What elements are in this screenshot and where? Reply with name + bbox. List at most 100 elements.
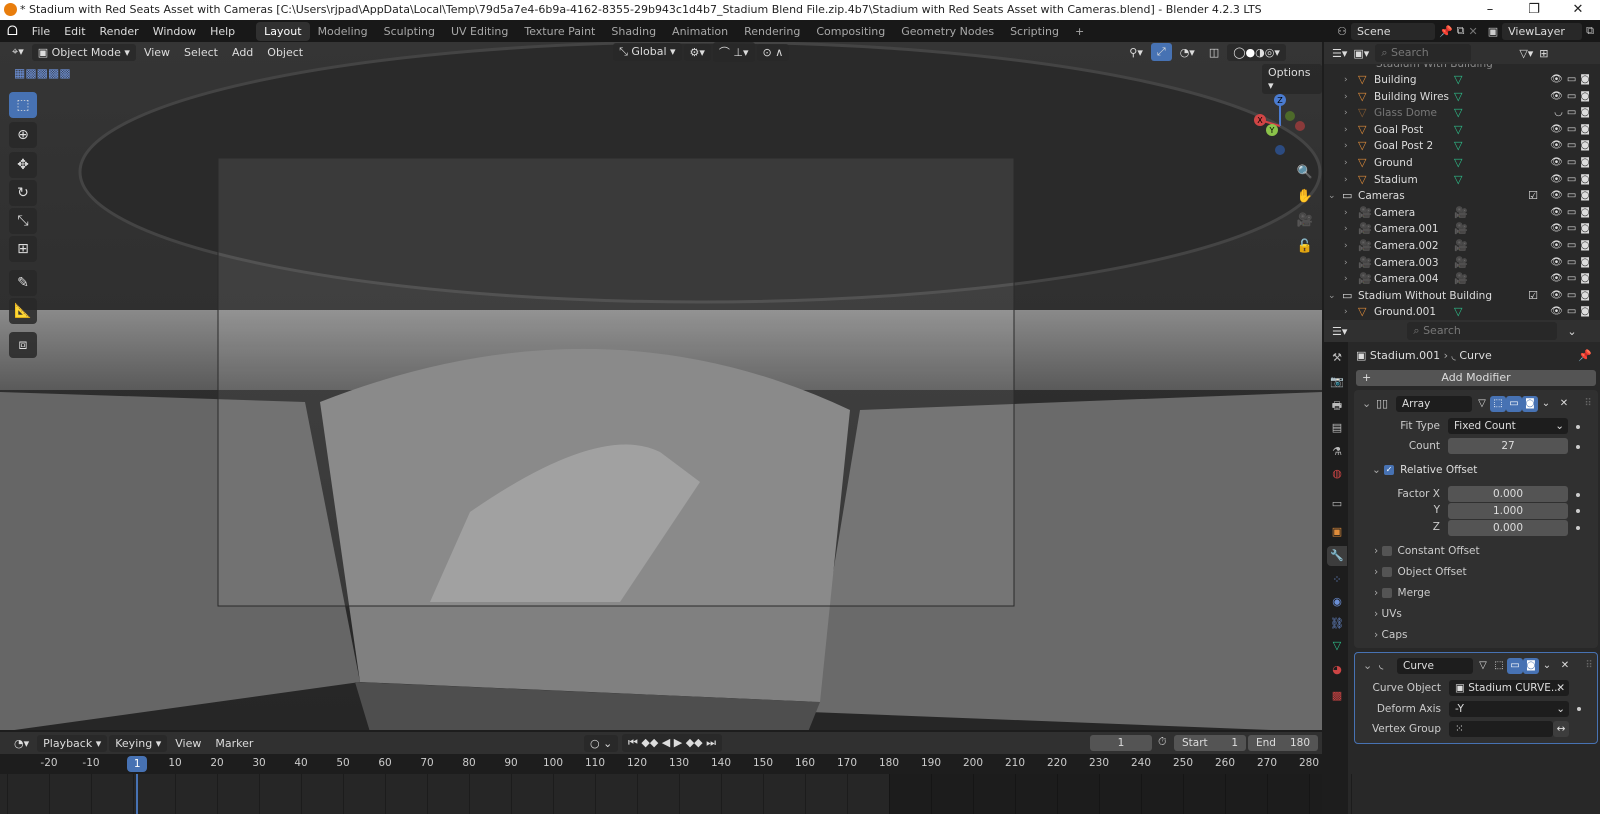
tab-geometry-nodes[interactable]: Geometry Nodes	[893, 22, 1002, 41]
mode-dropdown[interactable]: ▣ Object Mode ▾	[31, 43, 136, 61]
mesh-data-icon[interactable]: ▽	[1454, 172, 1462, 188]
menu-add[interactable]: Add	[226, 44, 259, 61]
remove-modifier-icon[interactable]: ✕	[1556, 396, 1572, 412]
tab-layout[interactable]: Layout	[256, 21, 310, 41]
gizmo-icon[interactable]: ⤢	[1150, 43, 1172, 61]
camera-data-icon[interactable]: 🎥	[1454, 205, 1468, 221]
outliner-search-input[interactable]: ⌕ Search	[1375, 44, 1472, 62]
playhead-line[interactable]	[136, 774, 139, 814]
proportional-edit-icon[interactable]: ⊙ ∧	[756, 43, 790, 61]
navigation-gizmo[interactable]: Z X Y	[1248, 92, 1314, 158]
3d-viewport[interactable]: ⌖▾ ▣ Object Mode ▾ View Select Add Objec…	[0, 42, 1322, 730]
mesh-data-icon[interactable]: ▽	[1454, 138, 1462, 154]
camera-data-icon[interactable]: 🎥	[1454, 221, 1468, 237]
expand-chevron-right-icon[interactable]: ›	[1344, 271, 1348, 287]
visibility-toggles[interactable]: 👁▭◙	[1550, 271, 1594, 287]
expand-chevron-down-icon[interactable]: ⌄	[1328, 188, 1336, 204]
snap-icon[interactable]: ⌒ ⊥▾	[712, 42, 755, 62]
expand-chevron-right-icon[interactable]: ›	[1344, 205, 1348, 221]
render-tab-icon[interactable]: 📷	[1327, 372, 1347, 392]
menu-object[interactable]: Object	[261, 44, 309, 61]
edit-mode-icon[interactable]: ⬚	[1490, 396, 1506, 412]
mesh-data-icon[interactable]: ▽	[1454, 155, 1462, 171]
data-tab-icon[interactable]: ▽	[1327, 636, 1347, 656]
pan-hand-icon[interactable]: ✋	[1294, 186, 1316, 208]
zoom-icon[interactable]: 🔍	[1294, 162, 1316, 184]
visibility-toggles[interactable]: 👁▭◙	[1550, 255, 1594, 271]
outliner-row[interactable]: › 🎥 Camera 🎥 👁▭◙	[1324, 205, 1600, 222]
xray-icon[interactable]: ◫	[1203, 44, 1225, 61]
selection-mode-icons[interactable]: ▦▩▩▩▩	[14, 66, 71, 80]
outliner-row[interactable]: ⌄ ▭ Stadium Without Building ☑ 👁▭◙	[1324, 288, 1600, 305]
pivot-point-icon[interactable]: ⚙▾	[683, 43, 711, 61]
invert-vertex-group-icon[interactable]: ↔	[1553, 721, 1569, 737]
tool-tab-icon[interactable]: ⚒	[1327, 348, 1347, 368]
keyframe-dot[interactable]	[1576, 509, 1580, 513]
scale-tool-icon[interactable]: ⤡	[9, 208, 37, 234]
outliner-row[interactable]: › 🎥 Camera.002 🎥 👁▭◙	[1324, 238, 1600, 255]
menu-view[interactable]: View	[138, 44, 176, 61]
keyframe-dot[interactable]	[1576, 445, 1580, 449]
shading-modes[interactable]: ◯●◑◎▾	[1227, 43, 1286, 61]
expand-chevron-right-icon[interactable]: ›	[1344, 221, 1348, 237]
outliner-row[interactable]: › ▽ Stadium ▽ 👁▭◙	[1324, 172, 1600, 189]
outliner-row[interactable]: › ▽ Ground ▽ 👁▭◙	[1324, 155, 1600, 172]
tab-rendering[interactable]: Rendering	[736, 22, 808, 41]
keying-dropdown[interactable]: Keying ▾	[109, 734, 168, 752]
relative-offset-toggle[interactable]: ⌄ ✓ Relative Offset	[1372, 462, 1477, 478]
cursor-tool-icon[interactable]: ⊕	[9, 122, 37, 148]
collection-checkbox[interactable]: ☑	[1528, 188, 1538, 204]
menu-help[interactable]: Help	[203, 25, 242, 38]
mesh-data-icon[interactable]: ▽	[1454, 304, 1462, 320]
keyframe-dot[interactable]	[1577, 707, 1581, 711]
menu-window[interactable]: Window	[146, 25, 203, 38]
visibility-toggles[interactable]: 👁▭◙	[1550, 155, 1594, 171]
factor-z-field[interactable]: 0.000	[1448, 520, 1568, 536]
properties-editor-type-icon[interactable]: ☰▾	[1332, 325, 1347, 338]
add-cube-tool-icon[interactable]: ⧈	[9, 332, 37, 358]
world-tab-icon[interactable]: ◍	[1327, 464, 1347, 484]
keyframe-dot[interactable]	[1576, 526, 1580, 530]
factor-x-field[interactable]: 0.000	[1448, 486, 1568, 502]
collapse-chevron-icon[interactable]: ⌄	[1362, 397, 1371, 410]
playback-controls[interactable]: ⏮ ◆◆ ◀ ▶ ◆◆ ⏭	[622, 734, 723, 752]
lock-icon[interactable]: 🔓	[1294, 236, 1316, 258]
fit-type-dropdown[interactable]: Fixed Count ⌄	[1448, 418, 1568, 434]
deform-axis-dropdown[interactable]: -Y ⌄	[1449, 701, 1569, 717]
pin-icon[interactable]: 📌	[1439, 25, 1453, 38]
visibility-toggles[interactable]: 👁▭◙	[1550, 89, 1594, 105]
constant-offset-section[interactable]: › Constant Offset	[1374, 545, 1480, 557]
visibility-toggles[interactable]: 👁▭◙	[1550, 304, 1594, 320]
dropdown-icon[interactable]: ⌄	[1538, 396, 1554, 412]
timeline-editor-type-icon[interactable]: ◔▾	[8, 735, 35, 752]
outliner-row[interactable]: › 🎥 Camera.004 🎥 👁▭◙	[1324, 271, 1600, 288]
properties-search-input[interactable]: ⌕ Search	[1407, 322, 1558, 340]
menu-edit[interactable]: Edit	[57, 25, 92, 38]
particles-tab-icon[interactable]: ⁘	[1327, 570, 1347, 590]
camera-data-icon[interactable]: 🎥	[1454, 271, 1468, 287]
filter-icon[interactable]: ▽▾	[1519, 47, 1533, 60]
close-button[interactable]: ✕	[1556, 0, 1600, 20]
constant-offset-checkbox[interactable]	[1381, 546, 1392, 556]
camera-data-icon[interactable]: 🎥	[1454, 255, 1468, 271]
visibility-toggles[interactable]: 👁▭◙	[1550, 238, 1594, 254]
start-frame-field[interactable]: Start 1	[1174, 735, 1246, 751]
visibility-icon[interactable]: ⚲▾	[1123, 44, 1149, 61]
material-tab-icon[interactable]: ◕	[1327, 660, 1347, 680]
tab-uv-editing[interactable]: UV Editing	[443, 22, 516, 41]
playback-dropdown[interactable]: Playback ▾	[37, 734, 108, 752]
expand-chevron-right-icon[interactable]: ›	[1344, 138, 1348, 154]
auto-keying-icon[interactable]: ○ ⌄	[584, 734, 619, 752]
measure-tool-icon[interactable]: 📐	[9, 298, 37, 324]
outliner-row[interactable]: › ▽ Building ▽ 👁▭◙	[1324, 72, 1600, 89]
render-icon[interactable]: ◙	[1523, 658, 1539, 674]
outliner-row[interactable]: › ▽ Goal Post ▽ 👁▭◙	[1324, 122, 1600, 139]
expand-chevron-right-icon[interactable]: ›	[1344, 304, 1348, 320]
visibility-toggles[interactable]: 👁▭◙	[1550, 188, 1594, 204]
move-tool-icon[interactable]: ✥	[9, 152, 37, 178]
object-tab-icon[interactable]: ▣	[1327, 522, 1347, 542]
factor-y-field[interactable]: 1.000	[1448, 503, 1568, 519]
minimize-button[interactable]: –	[1468, 0, 1512, 20]
edit-mode-cage-icon[interactable]: ▽	[1475, 658, 1491, 674]
tab-shading[interactable]: Shading	[603, 22, 664, 41]
